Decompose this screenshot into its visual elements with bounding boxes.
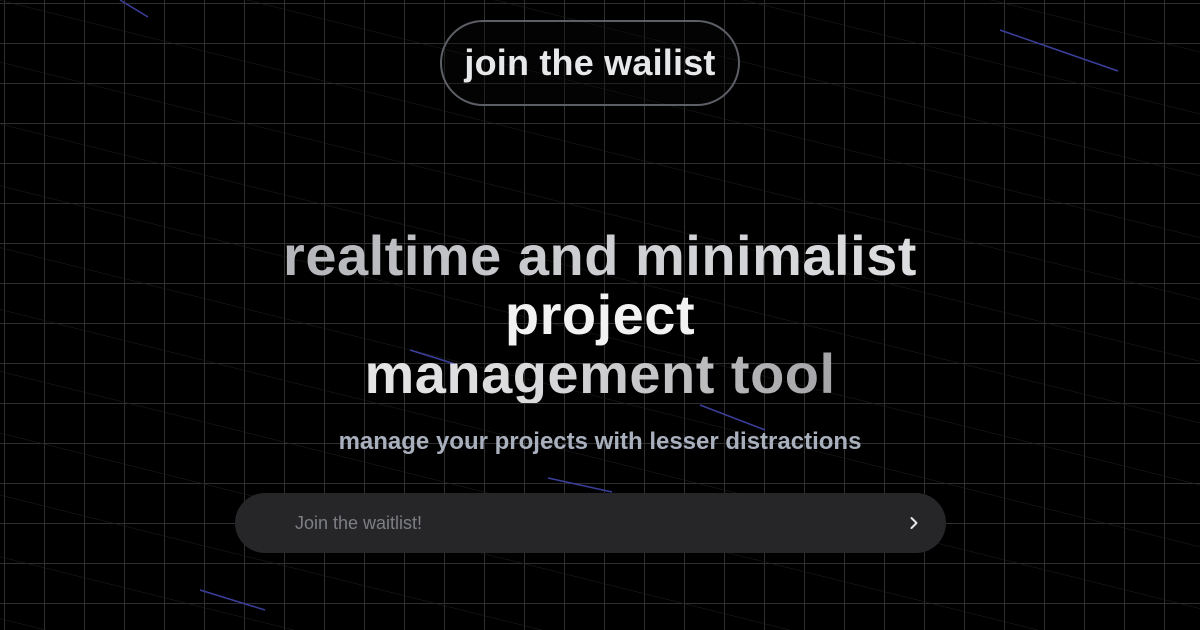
chevron-right-icon [910, 517, 918, 529]
hero-subtitle: manage your projects with lesser distrac… [338, 428, 862, 455]
join-waitlist-button[interactable]: join the wailist [440, 20, 740, 106]
join-waitlist-button-label: join the wailist [464, 42, 716, 83]
waitlist-email-input[interactable] [235, 492, 886, 554]
headline-line-2: project [504, 283, 696, 346]
headline-line-1: realtime and minimalist [0, 226, 1200, 285]
headline-line-3: management tool [0, 344, 1200, 403]
hero-headline: realtime and minimalist project manageme… [0, 226, 1200, 403]
waitlist-submit-button[interactable] [886, 493, 942, 553]
waitlist-form [235, 492, 946, 554]
